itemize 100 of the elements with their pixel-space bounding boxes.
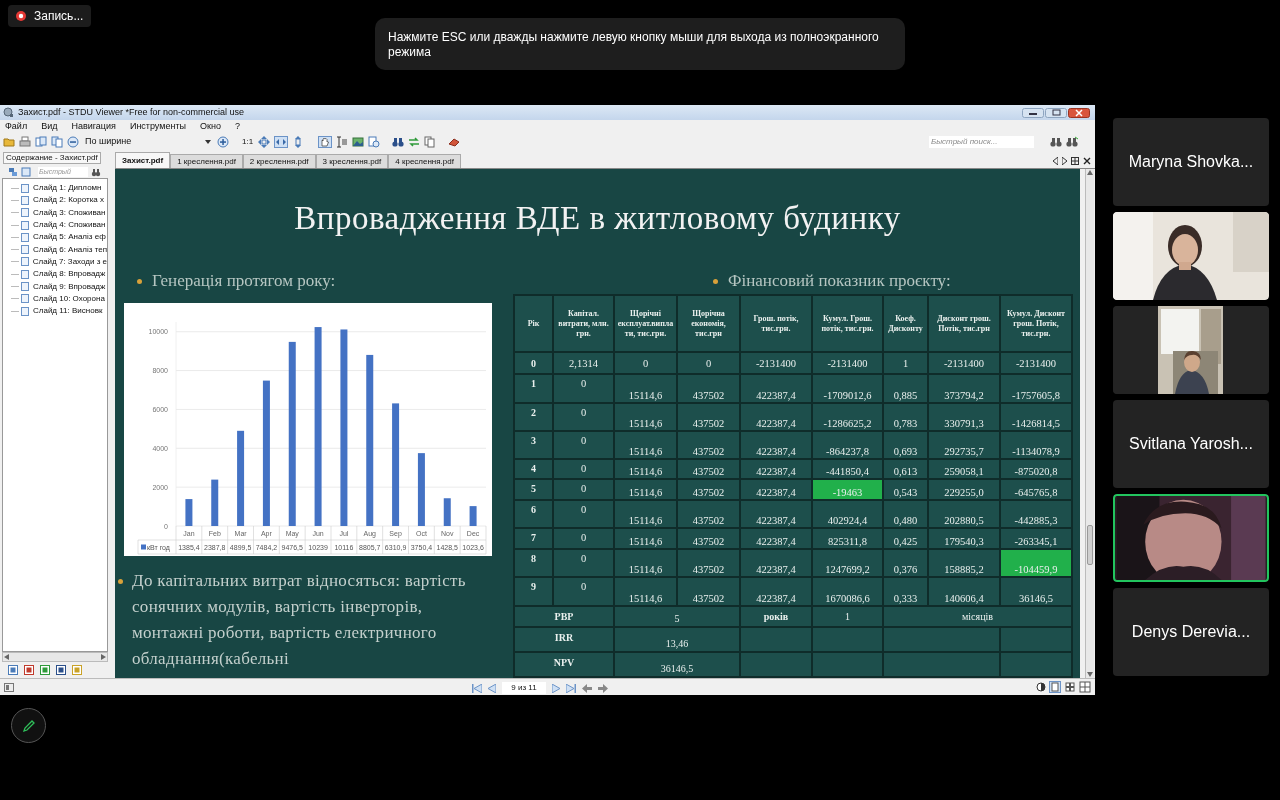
record-icon — [16, 11, 26, 21]
eraser-icon[interactable] — [448, 136, 461, 148]
grid-view-icon[interactable] — [1064, 681, 1076, 693]
menu-item[interactable]: Навигация — [71, 120, 116, 134]
pencil-icon — [21, 718, 36, 733]
table-cell: 13,46 — [614, 627, 740, 652]
table-cell: PBP — [514, 606, 614, 627]
contrast-icon[interactable] — [1036, 682, 1046, 692]
document-tab[interactable]: 4 креслення.pdf — [388, 154, 461, 168]
annotate-button[interactable] — [11, 708, 46, 743]
tree-item[interactable]: Слайд 11: Висновк — [19, 305, 103, 318]
page-grid-icon[interactable] — [1079, 681, 1091, 693]
table-cell: 9 — [514, 577, 553, 606]
next-tab-icon[interactable] — [1062, 157, 1067, 165]
actual-size-button[interactable]: 1:1 — [241, 136, 255, 148]
scroll-down-icon[interactable] — [1087, 672, 1093, 677]
table-cell: 0 — [553, 549, 614, 577]
scroll-up-icon[interactable] — [1087, 170, 1093, 175]
menu-item[interactable]: Окно — [200, 120, 221, 134]
first-page-icon[interactable] — [472, 683, 482, 693]
chart-bar — [185, 499, 193, 526]
tree-item[interactable]: Слайд 3: Споживан — [19, 206, 106, 219]
table-cell: 140606,4 — [928, 577, 1000, 606]
panel-toggle-icon[interactable] — [4, 682, 14, 692]
copy-icon[interactable] — [424, 136, 437, 148]
minimize-button[interactable] — [1022, 107, 1044, 118]
last-page-icon[interactable] — [566, 683, 576, 693]
horizontal-scrollbar[interactable] — [2, 652, 108, 662]
page-number-field[interactable]: 9 из 11 — [502, 682, 546, 694]
caret-icon — [205, 140, 211, 144]
table-cell: 158885,2 — [928, 549, 1000, 577]
document-tab[interactable]: 2 креслення.pdf — [242, 154, 316, 168]
text-cursor-icon[interactable] — [336, 136, 349, 148]
document-tab[interactable]: Захист.pdf — [115, 152, 171, 168]
hand-icon[interactable] — [318, 136, 333, 148]
search-field[interactable]: Быстрый поиск... — [929, 136, 1034, 148]
previous-tab-icon[interactable] — [1053, 157, 1058, 165]
table-cell: 15114,6 — [614, 549, 677, 577]
chart-bar — [469, 506, 477, 526]
vertical-scrollbar[interactable] — [1085, 169, 1094, 678]
tree-item[interactable]: Слайд 7: Заходи з е — [18, 255, 107, 268]
fit-width-icon[interactable] — [274, 136, 289, 148]
table-cell: -1709012,6 — [812, 374, 883, 403]
bullet-icon — [137, 278, 142, 284]
expand-tree-icon[interactable] — [8, 167, 18, 177]
tree-item[interactable]: Слайд 8: Впровадж — [19, 268, 106, 281]
scroll-right-icon[interactable] — [101, 654, 106, 660]
collapse-tree-icon[interactable] — [21, 167, 31, 177]
scroll-left-icon[interactable] — [4, 654, 9, 660]
magnifier-icon — [3, 107, 14, 118]
image-icon[interactable] — [352, 136, 365, 148]
next-page-icon[interactable] — [552, 683, 560, 693]
tree-item[interactable]: Слайд 1: Дипломн — [19, 182, 102, 195]
previous-page-icon[interactable] — [488, 683, 496, 693]
table-cell: 15114,6 — [614, 403, 677, 431]
tree-item[interactable]: Слайд 10: Охорона — [19, 292, 105, 305]
single-page-icon[interactable] — [1049, 681, 1061, 693]
column-header: Капітал. витрати, млн. грн. — [553, 295, 614, 352]
table-cell: 1670086,6 — [812, 577, 883, 606]
folder-icon[interactable] — [3, 136, 15, 148]
back-arrow-icon[interactable] — [582, 683, 592, 693]
zoom-dropdown[interactable]: По ширине — [83, 135, 213, 149]
tree-item[interactable]: Слайд 9: Впровадж — [19, 280, 106, 293]
close-icon[interactable] — [1083, 157, 1091, 165]
tab-list-icon[interactable] — [1071, 157, 1079, 165]
document-tab[interactable]: 3 креслення.pdf — [315, 154, 389, 168]
forward-arrow-icon[interactable] — [598, 683, 608, 693]
table-cell: -1134078,9 — [1000, 431, 1072, 459]
table-cell: -104459,9 — [1000, 549, 1072, 577]
zoom-in-icon[interactable] — [217, 136, 229, 148]
slide-paragraph: До капітальних витрат відносяться: вартість сонячних модулів, вартість інверторів, монтажні роботи, вартість електричного обладнання(кабельні — [132, 570, 467, 670]
chart-bar — [211, 479, 219, 526]
recording-indicator[interactable]: Запись... — [8, 5, 92, 27]
menu-item[interactable]: Инструменты — [129, 120, 187, 134]
page-zoom-icon[interactable] — [368, 136, 381, 148]
tree-item[interactable]: Слайд 2: Коротка х — [19, 194, 104, 207]
table-cell: 15114,6 — [614, 431, 677, 459]
menu-item[interactable]: Вид — [41, 120, 58, 134]
chart-bar — [443, 498, 451, 526]
sidebar-tab[interactable]: Содержание - Захист.pdf — [3, 152, 101, 164]
table-cell: 2 — [514, 403, 553, 431]
tree-item[interactable]: Слайд 6: Аналіз теп — [18, 243, 107, 256]
table-cell: 292735,7 — [928, 431, 1000, 459]
table-cell: 36146,5 — [1000, 577, 1072, 606]
table-cell: 422387,4 — [740, 577, 812, 606]
zoom-out-icon[interactable] — [67, 136, 79, 148]
tree-item[interactable]: Слайд 5: Аналіз еф — [19, 231, 106, 244]
scrollbar-thumb[interactable] — [1087, 525, 1093, 565]
swap-arrows-icon[interactable] — [408, 136, 421, 148]
printer-icon[interactable] — [19, 136, 31, 148]
table-cell: 0 — [514, 352, 553, 374]
column-header: Кумул. Дисконт грош. Потік, тис.грн. — [1000, 295, 1072, 352]
menu-item[interactable]: ? — [234, 120, 240, 134]
menu-item[interactable]: Файл — [5, 120, 28, 134]
table-cell: 437502 — [677, 549, 740, 577]
document-tab[interactable]: 1 креслення.pdf — [170, 154, 243, 168]
fit-page-icon[interactable] — [258, 136, 271, 148]
window-title: Захист.pdf - STDU Viewer *Free for non-commercial use — [18, 105, 244, 119]
close-button[interactable] — [1068, 107, 1090, 118]
tree-item[interactable]: Слайд 4: Споживан — [19, 219, 106, 232]
